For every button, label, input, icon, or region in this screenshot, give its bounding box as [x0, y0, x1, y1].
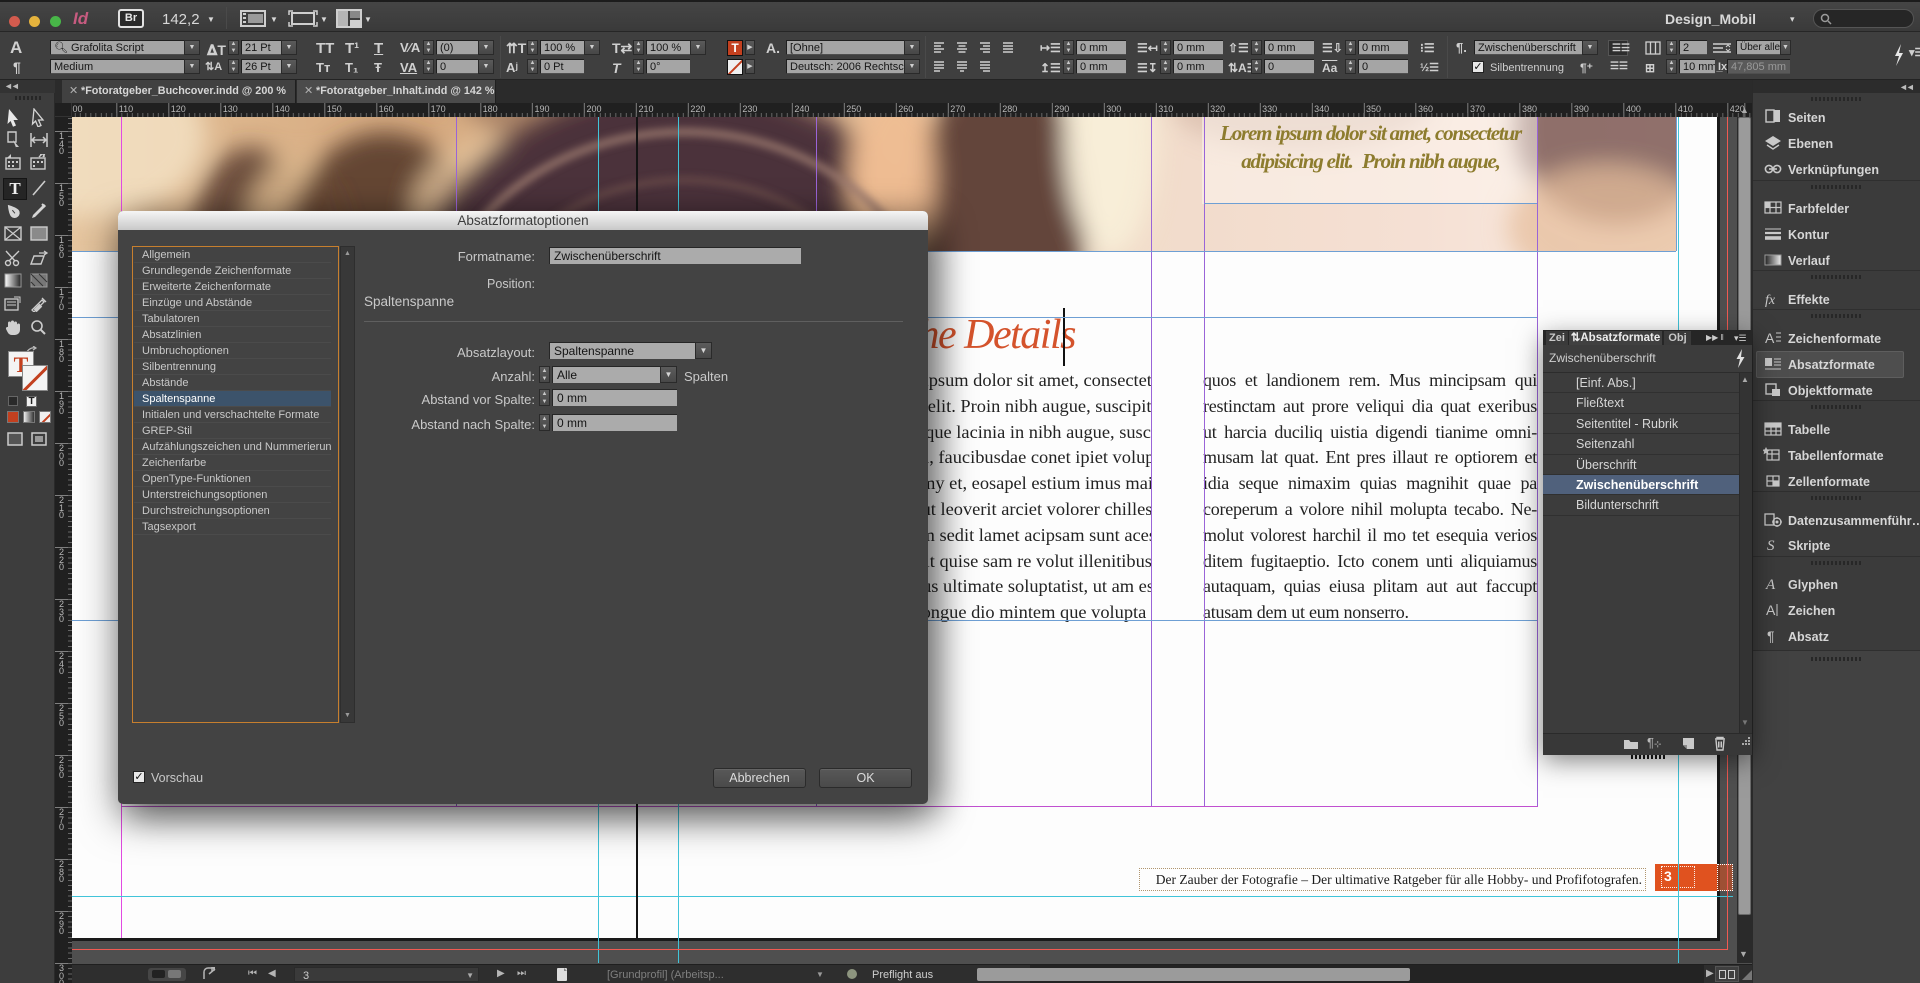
svg-text:A: A [1766, 602, 1776, 618]
svg-text:A: A [1765, 330, 1775, 346]
svg-text:A: A [1765, 577, 1776, 593]
svg-text:¶: ¶ [1767, 628, 1775, 644]
svg-text:fx: fx [1765, 293, 1776, 308]
svg-text:S: S [1767, 538, 1775, 554]
